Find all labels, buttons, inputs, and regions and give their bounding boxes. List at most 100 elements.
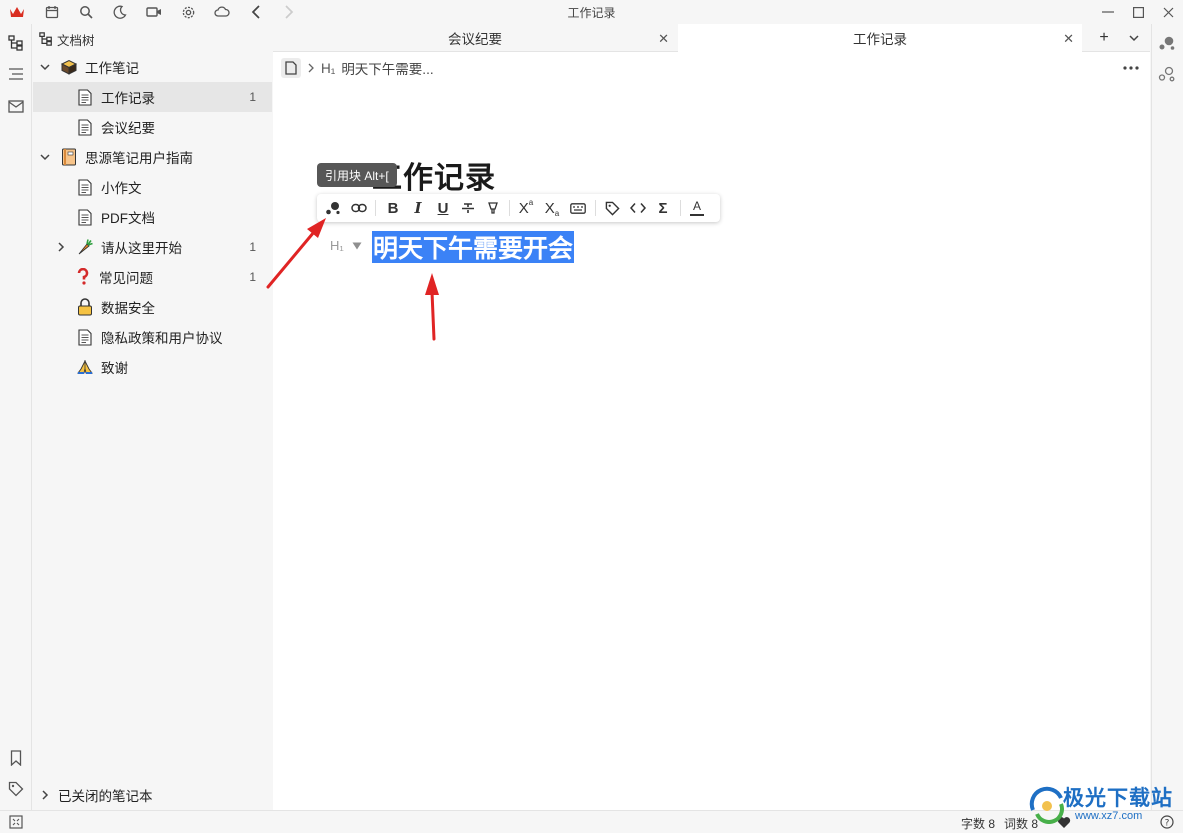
link-icon[interactable]: [349, 198, 369, 218]
doc-item-meeting-notes[interactable]: 会议纪要: [33, 112, 272, 142]
doc-count: 1: [249, 270, 256, 284]
toolbar-separator: [595, 200, 596, 216]
crown-icon[interactable]: [8, 3, 26, 21]
tag-icon[interactable]: [7, 780, 25, 798]
doc-item-thanks[interactable]: 致谢: [33, 352, 272, 382]
cloud-icon[interactable]: [213, 3, 231, 21]
breadcrumb-level[interactable]: H₁: [321, 61, 335, 76]
pray-icon: [75, 357, 95, 377]
notebook-user-guide[interactable]: 思源笔记用户指南: [33, 142, 272, 172]
plus-icon: +: [1099, 29, 1109, 46]
doc-item-data-security[interactable]: 数据安全: [33, 292, 272, 322]
forward-icon[interactable]: [280, 3, 298, 21]
watermark-url: www.xz7.com: [1075, 810, 1143, 822]
chevron-right-icon: [307, 63, 315, 73]
underline-label: U: [437, 199, 449, 217]
back-icon[interactable]: [247, 3, 265, 21]
gear-icon[interactable]: [179, 3, 197, 21]
inbox-icon[interactable]: [7, 97, 25, 115]
doc-name: 工作记录: [101, 91, 155, 106]
graph-icon[interactable]: [1158, 65, 1176, 83]
superscript-icon[interactable]: Xa: [516, 198, 536, 218]
strikethrough-icon[interactable]: [458, 198, 478, 218]
subscript-icon[interactable]: Xa: [542, 198, 562, 219]
char-count: 字数 8: [961, 817, 996, 831]
tag-icon[interactable]: [602, 198, 622, 218]
box-icon: [59, 57, 79, 77]
heading-block[interactable]: 明天下午需要开会: [372, 231, 575, 263]
italic-icon[interactable]: I: [408, 198, 428, 218]
status-bar: 字数 8 词数 8 ?: [0, 810, 1183, 833]
new-tab-button[interactable]: +: [1091, 24, 1117, 52]
toolbar-separator: [509, 200, 510, 216]
close-icon[interactable]: ✕: [1063, 31, 1074, 47]
doc-name: 请从这里开始: [101, 241, 182, 256]
tab-work-log[interactable]: 工作记录 ✕: [678, 24, 1082, 52]
tab-label: 会议纪要: [448, 32, 502, 47]
bold-label: B: [387, 199, 399, 217]
doc-name: 隐私政策和用户协议: [101, 331, 223, 346]
inline-code-icon[interactable]: [628, 198, 648, 218]
question-icon: [73, 267, 93, 287]
editor: H₁ 明天下午需要... 工作记录 引用块 Alt+[ B I U Xa Xa: [273, 52, 1150, 810]
block-type-label: H₁: [330, 238, 344, 253]
doc-count: 1: [249, 240, 256, 254]
top-bar: 工作记录: [0, 0, 1183, 24]
closed-notebooks-label: 已关闭的笔记本: [58, 789, 153, 804]
breadcrumb-item[interactable]: 明天下午需要...: [341, 58, 433, 78]
window-title: 工作记录: [567, 6, 616, 20]
backlinks-icon[interactable]: [1158, 34, 1176, 52]
dock-toggle-icon[interactable]: [7, 813, 25, 831]
book-icon: [59, 147, 79, 167]
chevron-down-icon[interactable]: [38, 60, 52, 74]
right-dock: [1151, 24, 1183, 810]
more-icon[interactable]: [1120, 58, 1142, 78]
keyboard-icon[interactable]: [568, 198, 588, 218]
left-dock: [0, 24, 32, 810]
document-icon[interactable]: [281, 58, 301, 78]
calendar-icon[interactable]: [43, 3, 61, 21]
tab-list-button[interactable]: [1121, 24, 1147, 52]
document-icon: [75, 327, 95, 347]
caret-down-icon[interactable]: [352, 242, 362, 250]
doc-item-start-here[interactable]: 请从这里开始 1: [33, 232, 272, 262]
chevron-down-icon[interactable]: [38, 150, 52, 164]
chevron-right-icon[interactable]: [38, 788, 52, 802]
doc-item-pdf[interactable]: PDF文档: [33, 202, 272, 232]
tab-label: 工作记录: [853, 32, 907, 47]
tooltip: 引用块 Alt+[: [317, 163, 397, 187]
bookmark-icon[interactable]: [7, 749, 25, 767]
closed-notebooks[interactable]: 已关闭的笔记本: [33, 784, 153, 806]
search-icon[interactable]: [77, 3, 95, 21]
text-color-label: A: [692, 199, 701, 213]
close-icon[interactable]: ✕: [658, 31, 669, 47]
text-color-icon[interactable]: A: [687, 198, 707, 218]
chevron-right-icon[interactable]: [54, 240, 68, 254]
outline-icon[interactable]: [7, 65, 25, 83]
notebook-name: 思源笔记用户指南: [85, 151, 193, 166]
document-icon: [75, 177, 95, 197]
underline-icon[interactable]: U: [433, 198, 453, 218]
doc-name: 数据安全: [101, 301, 155, 316]
document-icon: [75, 87, 95, 107]
block-type-marker[interactable]: H₁: [330, 238, 362, 253]
highlight-icon[interactable]: [483, 198, 503, 218]
doc-name: PDF文档: [101, 211, 155, 226]
doc-item-essay[interactable]: 小作文: [33, 172, 272, 202]
doc-item-privacy[interactable]: 隐私政策和用户协议: [33, 322, 272, 352]
carrot-icon: [75, 237, 95, 257]
close-icon[interactable]: [1150, 0, 1183, 24]
notebook-work-notes[interactable]: 工作笔记: [33, 52, 272, 82]
tab-meeting-notes[interactable]: 会议纪要 ✕: [273, 24, 677, 52]
doc-item-work-log[interactable]: 工作记录 1: [33, 82, 272, 112]
video-icon[interactable]: [145, 3, 163, 21]
document-icon: [75, 207, 95, 227]
moon-icon[interactable]: [111, 3, 129, 21]
doc-item-faq[interactable]: 常见问题 1: [33, 262, 272, 292]
math-icon[interactable]: Σ: [653, 198, 673, 218]
watermark-text: 极光下载站: [1063, 786, 1173, 810]
block-ref-icon[interactable]: [323, 198, 343, 218]
tab-bar: 会议纪要 ✕ 工作记录 ✕ +: [273, 24, 1150, 52]
filetree-icon[interactable]: [7, 34, 25, 52]
bold-icon[interactable]: B: [383, 198, 403, 218]
